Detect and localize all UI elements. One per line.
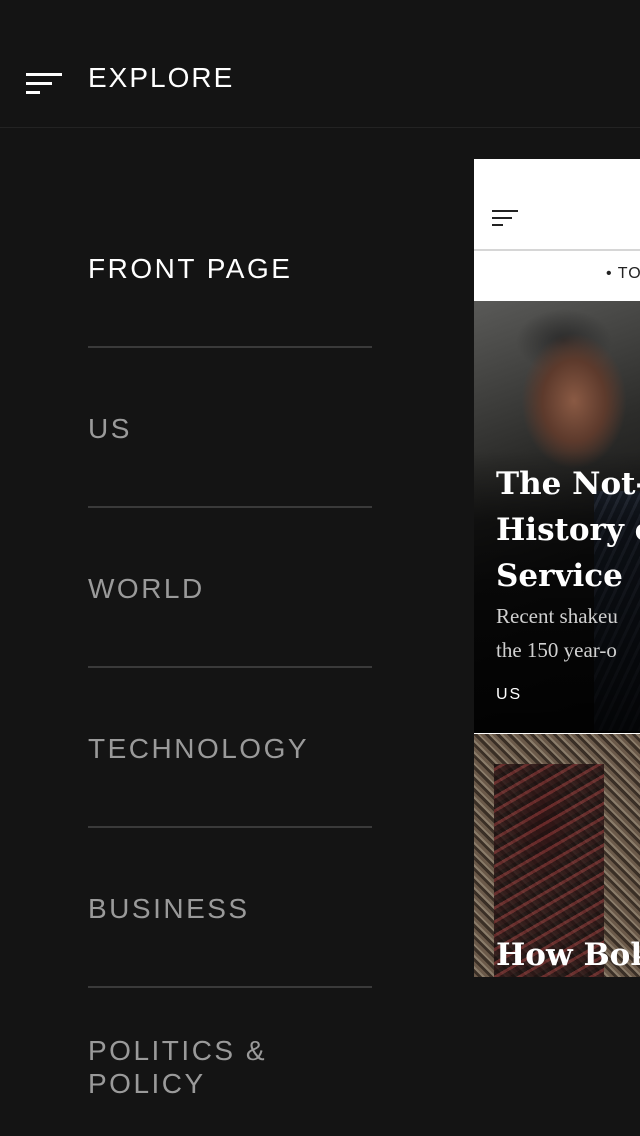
hamburger-menu-icon: [26, 73, 62, 94]
nav-item-politics-policy[interactable]: POLITICS & POLICY: [88, 988, 372, 1136]
page-title: EXPLORE: [88, 62, 235, 93]
nav-item-label: POLITICS & POLICY: [88, 1035, 268, 1099]
app-root: EXPLORE FRONT PAGE US WORLD TECHNOLOGY B…: [0, 0, 640, 1136]
nav-item-business[interactable]: BUSINESS: [88, 828, 372, 988]
section-nav: FRONT PAGE US WORLD TECHNOLOGY BUSINESS …: [88, 188, 372, 1136]
article-card[interactable]: How Boko: [474, 734, 640, 977]
top-bar: EXPLORE: [0, 0, 640, 128]
article-title: The Not- History o Service: [496, 466, 640, 594]
nav-item-technology[interactable]: TECHNOLOGY: [88, 668, 372, 828]
content-preview-panel[interactable]: • TO The Not- History o Service Recent s…: [474, 159, 640, 977]
nav-item-label: US: [88, 413, 132, 444]
nav-item-label: TECHNOLOGY: [88, 733, 310, 764]
menu-button[interactable]: [24, 70, 64, 98]
nav-item-front-page[interactable]: FRONT PAGE: [88, 188, 372, 348]
preview-top-bar: [474, 159, 640, 251]
nav-item-world[interactable]: WORLD: [88, 508, 372, 668]
nav-item-label: FRONT PAGE: [88, 253, 293, 284]
article-title: How Boko: [496, 937, 640, 973]
article-category: US: [496, 686, 523, 703]
nav-item-label: BUSINESS: [88, 893, 250, 924]
nav-item-label: WORLD: [88, 573, 205, 604]
preview-tab[interactable]: • TO: [606, 265, 640, 283]
article-description: Recent shakeu the 150 year-o: [496, 604, 618, 662]
hamburger-menu-icon: [492, 210, 518, 226]
article-card[interactable]: The Not- History o Service Recent shakeu…: [474, 301, 640, 733]
preview-menu-button[interactable]: [492, 209, 520, 229]
nav-item-us[interactable]: US: [88, 348, 372, 508]
preview-tab-bar: • TO: [474, 251, 640, 301]
